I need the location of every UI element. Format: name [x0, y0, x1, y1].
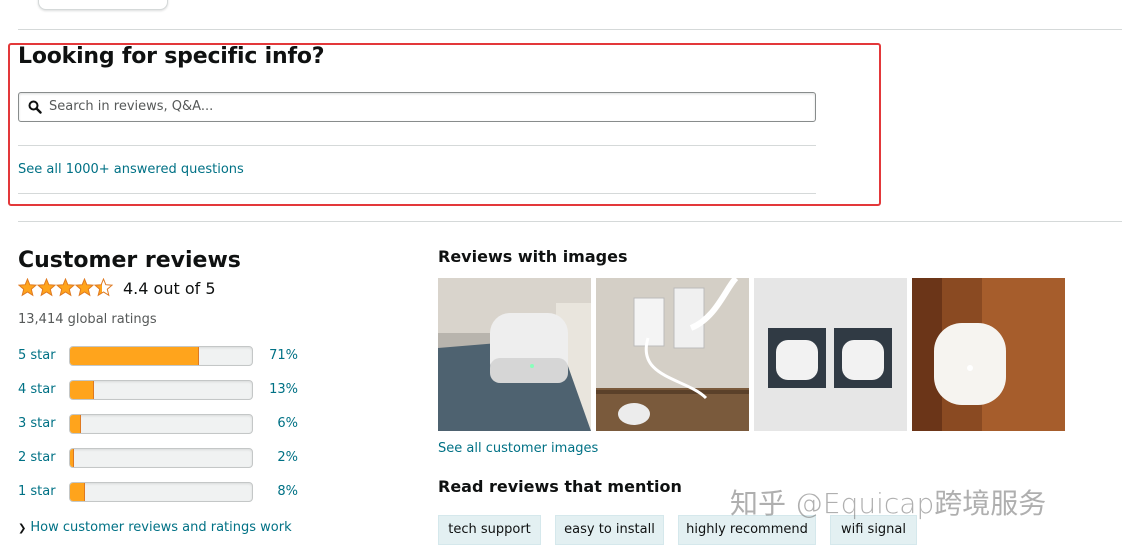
review-image-1[interactable]: [438, 278, 591, 431]
rating-bar-fill: [70, 483, 85, 501]
global-ratings: 13,414 global ratings: [18, 312, 157, 327]
mention-chip[interactable]: tech support: [438, 515, 541, 545]
rating-row-percent[interactable]: 2%: [258, 450, 298, 465]
rating-bar[interactable]: [69, 482, 253, 502]
search-placeholder: Search in reviews, Q&A...: [49, 99, 214, 114]
top-partial-button[interactable]: [38, 0, 168, 10]
search-icon: [28, 100, 42, 114]
rating-bar-fill: [70, 381, 94, 399]
review-search-input[interactable]: Search in reviews, Q&A...: [18, 92, 816, 122]
average-rating: 4.4 out of 5: [123, 279, 216, 298]
rating-row[interactable]: 5 star 71%: [18, 346, 318, 366]
rating-bar-fill: [70, 415, 81, 433]
star-rating: [18, 278, 113, 296]
review-image-2[interactable]: [596, 278, 749, 431]
divider: [18, 221, 1122, 222]
divider: [18, 193, 816, 194]
rating-row-percent[interactable]: 8%: [258, 484, 298, 499]
star-icon: [37, 278, 56, 296]
rating-row-label[interactable]: 2 star: [18, 450, 56, 465]
rating-bar-fill: [70, 449, 74, 467]
see-all-images-link[interactable]: See all customer images: [438, 441, 598, 456]
review-image-4[interactable]: [912, 278, 1065, 431]
rating-row[interactable]: 3 star 6%: [18, 414, 318, 434]
half-star-icon: [94, 278, 113, 296]
rating-bar[interactable]: [69, 448, 253, 468]
how-reviews-work-label: How customer reviews and ratings work: [30, 520, 292, 535]
rating-bar[interactable]: [69, 346, 253, 366]
rating-row-label[interactable]: 4 star: [18, 382, 56, 397]
star-icon: [18, 278, 37, 296]
rating-row-percent[interactable]: 13%: [258, 382, 298, 397]
rating-row-label[interactable]: 5 star: [18, 348, 56, 363]
rating-bar[interactable]: [69, 380, 253, 400]
watermark: 知乎 @Equicap跨境服务: [730, 487, 1047, 520]
rating-row-label[interactable]: 3 star: [18, 416, 56, 431]
divider: [18, 145, 816, 146]
rating-row-percent[interactable]: 71%: [258, 348, 298, 363]
chevron-down-icon: ❯: [18, 523, 27, 534]
star-icon: [56, 278, 75, 296]
rating-row[interactable]: 1 star 8%: [18, 482, 318, 502]
rating-bar-fill: [70, 347, 200, 365]
customer-reviews-heading: Customer reviews: [18, 248, 241, 273]
rating-row[interactable]: 4 star 13%: [18, 380, 318, 400]
mention-chip[interactable]: easy to install: [555, 515, 664, 545]
star-icon: [75, 278, 94, 296]
rating-row[interactable]: 2 star 2%: [18, 448, 318, 468]
review-image-3[interactable]: [754, 278, 907, 431]
rating-row-percent[interactable]: 6%: [258, 416, 298, 431]
see-all-questions-link[interactable]: See all 1000+ answered questions: [18, 162, 244, 177]
rating-row-label[interactable]: 1 star: [18, 484, 56, 499]
reviews-with-images-heading: Reviews with images: [438, 247, 628, 266]
rating-bar[interactable]: [69, 414, 253, 434]
divider: [18, 29, 1122, 30]
read-reviews-mention-heading: Read reviews that mention: [438, 477, 682, 496]
how-reviews-work-link[interactable]: ❯ How customer reviews and ratings work: [18, 520, 292, 535]
specific-info-heading: Looking for specific info?: [18, 44, 325, 69]
